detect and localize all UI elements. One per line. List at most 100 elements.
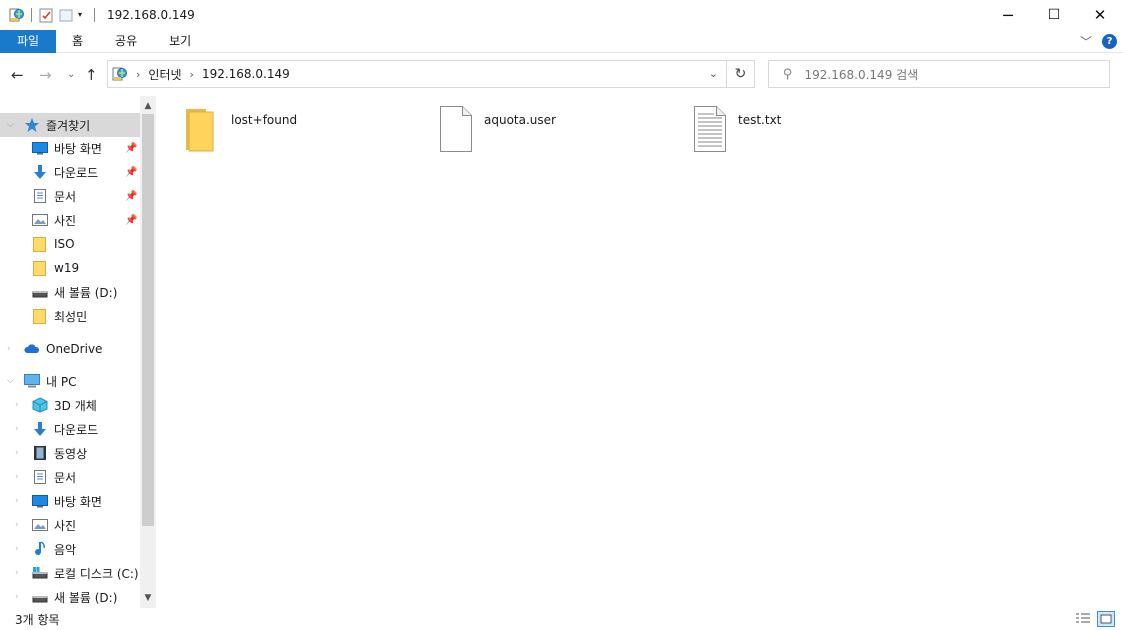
collapse-chevron-icon[interactable]: ⌵ <box>7 120 14 130</box>
up-arrow-icon[interactable]: ↑ <box>85 66 98 84</box>
sidebar-item-local-disk-c[interactable]: › 로컬 디스크 (C:) <box>0 561 140 585</box>
sidebar-item-label: 문서 <box>54 470 77 485</box>
sidebar-item-desktop[interactable]: 바탕 화면 📌 <box>0 136 140 160</box>
breadcrumb-separator-icon[interactable]: › <box>190 68 194 81</box>
expand-chevron-icon[interactable]: › <box>15 448 19 458</box>
sidebar-item-label: 새 볼륨 (D:) <box>54 590 118 605</box>
pictures-icon <box>32 212 48 228</box>
search-box[interactable]: ⚲ 192.168.0.149 검색 <box>768 60 1110 88</box>
3d-objects-icon <box>32 397 48 413</box>
recent-locations-icon[interactable]: ⌄ <box>67 69 75 80</box>
document-icon <box>32 188 48 204</box>
collapse-chevron-icon[interactable]: ⌵ <box>7 376 14 386</box>
breadcrumb-separator-icon[interactable]: › <box>136 68 140 81</box>
sidebar-item-label: 사진 <box>54 518 77 533</box>
star-icon <box>24 117 40 133</box>
pin-icon[interactable]: 📌 <box>125 215 137 226</box>
text-file-icon <box>694 106 726 155</box>
sidebar-item-3d-objects[interactable]: › 3D 개체 <box>0 393 140 417</box>
file-name: test.txt <box>738 113 782 127</box>
folder-icon <box>32 260 48 276</box>
sidebar-item-music[interactable]: › 음악 <box>0 537 140 561</box>
computer-icon <box>24 373 40 389</box>
tab-share[interactable]: 공유 <box>99 30 153 53</box>
sidebar-item-label: 바탕 화면 <box>54 494 102 509</box>
sidebar-item-downloads[interactable]: 다운로드 📌 <box>0 160 140 184</box>
sidebar-item-label: 다운로드 <box>54 422 99 437</box>
sidebar-item-pc-volume-d[interactable]: › 새 볼륨 (D:) <box>0 585 140 608</box>
sidebar-item-pc-pictures[interactable]: › 사진 <box>0 513 140 537</box>
sidebar-item-volume-d[interactable]: 새 볼륨 (D:) <box>0 280 140 304</box>
pictures-icon <box>32 517 48 533</box>
sidebar-item-label: 최성민 <box>54 309 88 324</box>
file-name: lost+found <box>231 113 298 127</box>
expand-chevron-icon[interactable]: › <box>15 424 19 434</box>
sidebar-item-label: 3D 개체 <box>54 398 97 413</box>
status-bar: 3개 항목 <box>0 608 1123 630</box>
toolbar-separator <box>31 8 32 22</box>
sidebar-item-choi[interactable]: 최성민 <box>0 304 140 328</box>
minimize-button[interactable]: ─ <box>985 0 1031 30</box>
maximize-button[interactable]: ☐ <box>1031 0 1077 30</box>
back-arrow-icon[interactable]: ← <box>11 66 24 84</box>
customize-toolbar-icon[interactable]: ▾ <box>78 7 88 23</box>
video-icon <box>32 445 48 461</box>
sidebar-item-pc-downloads[interactable]: › 다운로드 <box>0 417 140 441</box>
pin-icon[interactable]: 📌 <box>125 167 137 178</box>
navigation-bar: ← → ⌄ ↑ › 인터넷 › 192.168.0.149 ⌄ ↻ ⚲ 192.… <box>0 58 1123 92</box>
sidebar-item-iso[interactable]: ISO <box>0 232 140 256</box>
sidebar-item-documents[interactable]: 문서 📌 <box>0 184 140 208</box>
address-dropdown-icon[interactable]: ⌄ <box>709 67 718 80</box>
breadcrumb-internet[interactable]: 인터넷 <box>148 66 181 83</box>
scroll-up-icon[interactable]: ▲ <box>140 98 156 114</box>
properties-icon[interactable] <box>38 7 54 23</box>
tab-file[interactable]: 파일 <box>0 29 56 53</box>
file-name: aquota.user <box>484 113 556 127</box>
nav-pane-scrollbar[interactable]: ▲ ▼ <box>140 96 156 608</box>
refresh-icon: ↻ <box>734 66 747 82</box>
search-icon: ⚲ <box>783 66 793 82</box>
expand-chevron-icon[interactable]: › <box>7 344 11 354</box>
sidebar-item-pc-desktop[interactable]: › 바탕 화면 <box>0 489 140 513</box>
new-folder-icon[interactable] <box>58 7 74 23</box>
expand-chevron-icon[interactable]: › <box>15 472 19 482</box>
forward-arrow-icon[interactable]: → <box>39 66 52 84</box>
sidebar-item-pc-documents[interactable]: › 문서 <box>0 465 140 489</box>
expand-chevron-icon[interactable]: › <box>15 568 19 578</box>
sidebar-item-pictures[interactable]: 사진 📌 <box>0 208 140 232</box>
tab-view[interactable]: 보기 <box>153 30 207 53</box>
scroll-down-icon[interactable]: ▼ <box>140 590 156 606</box>
sidebar-item-label: ISO <box>54 237 75 251</box>
file-item-aquota-user[interactable]: aquota.user <box>440 106 556 155</box>
sidebar-item-onedrive[interactable]: › OneDrive <box>0 337 140 361</box>
sidebar-item-label: OneDrive <box>46 342 103 356</box>
details-view-icon[interactable] <box>1074 611 1092 627</box>
breadcrumb-host[interactable]: 192.168.0.149 <box>202 67 290 81</box>
file-item-lost-found[interactable]: lost+found <box>185 106 297 155</box>
sidebar-item-label: 즐겨찾기 <box>46 118 91 133</box>
toolbar-separator <box>94 8 95 22</box>
sidebar-item-videos[interactable]: › 동영상 <box>0 441 140 465</box>
title-bar: ▾ 192.168.0.149 ─ ☐ ✕ <box>0 0 1123 30</box>
scrollbar-thumb[interactable] <box>142 114 154 526</box>
expand-chevron-icon[interactable]: › <box>15 520 19 530</box>
pin-icon[interactable]: 📌 <box>125 191 137 202</box>
large-icons-view-icon[interactable] <box>1097 611 1115 627</box>
sidebar-item-this-pc[interactable]: ⌵ 내 PC <box>0 369 140 393</box>
expand-chevron-icon[interactable]: › <box>15 592 19 602</box>
refresh-button[interactable]: ↻ <box>727 60 755 88</box>
help-icon[interactable]: ? <box>1102 34 1117 49</box>
expand-chevron-icon[interactable]: › <box>15 400 19 410</box>
sidebar-item-w19[interactable]: w19 <box>0 256 140 280</box>
expand-chevron-icon[interactable]: › <box>15 496 19 506</box>
pin-icon[interactable]: 📌 <box>125 143 137 154</box>
expand-chevron-icon[interactable]: › <box>15 544 19 554</box>
close-button[interactable]: ✕ <box>1077 0 1123 30</box>
address-bar[interactable]: › 인터넷 › 192.168.0.149 ⌄ <box>107 60 727 88</box>
sidebar-item-quick-access[interactable]: ⌵ 즐겨찾기 <box>0 113 140 137</box>
tab-home[interactable]: 홈 <box>56 30 99 53</box>
sidebar-item-label: 새 볼륨 (D:) <box>54 285 118 300</box>
file-item-test-txt[interactable]: test.txt <box>694 106 781 155</box>
chevron-down-icon[interactable]: ﹀ <box>1080 33 1092 50</box>
item-count: 3개 항목 <box>15 612 60 627</box>
